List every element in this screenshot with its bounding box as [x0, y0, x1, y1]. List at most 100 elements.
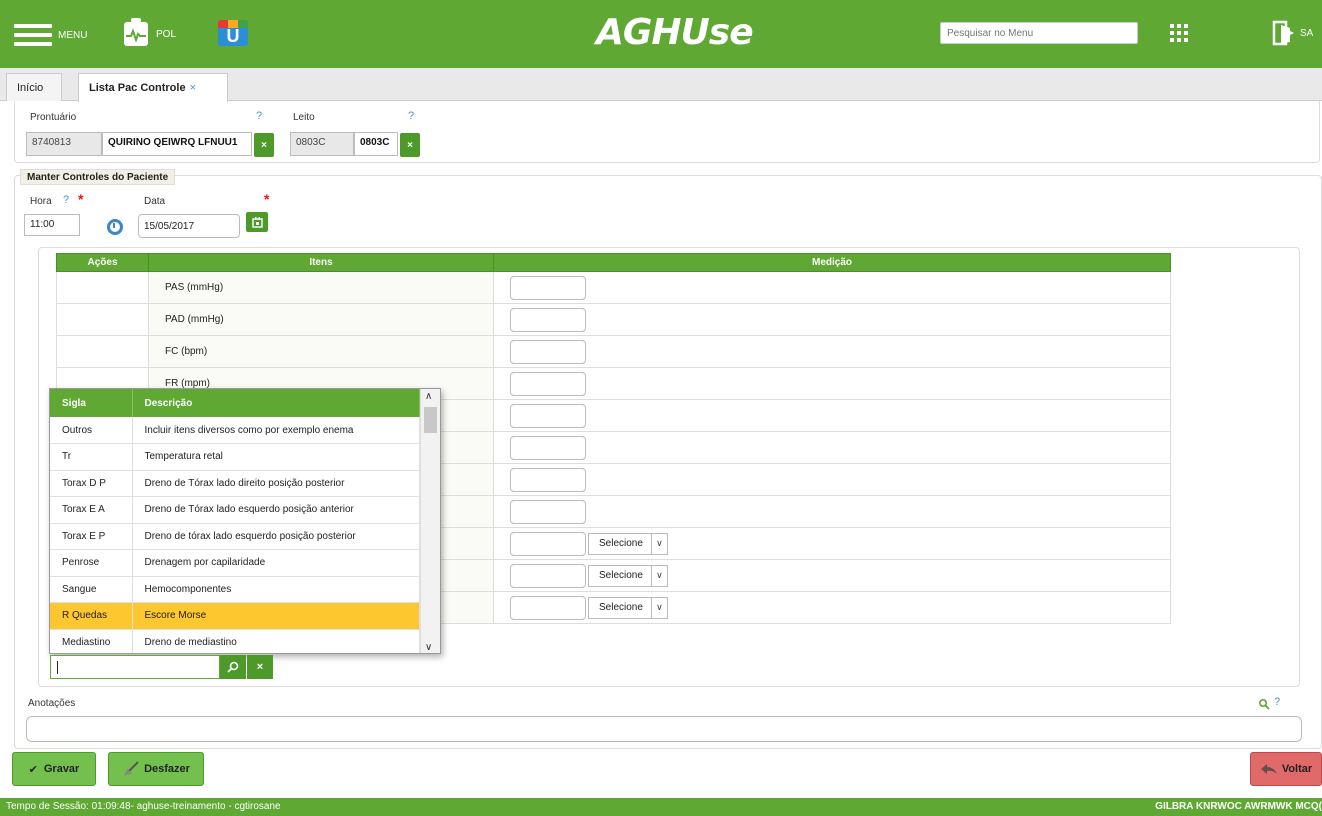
clock-icon[interactable] — [107, 219, 123, 235]
prontuario-label: Prontuário — [30, 112, 77, 123]
pol-label: POL — [156, 28, 177, 40]
menu-button[interactable]: MENU — [14, 24, 87, 46]
tab-inicio-label: Início — [17, 82, 44, 94]
hora-input[interactable]: 11:00 — [24, 214, 80, 236]
hora-label: Hora — [30, 196, 52, 207]
clear-leito-button[interactable]: × — [400, 133, 420, 157]
menu-label: MENU — [58, 29, 88, 41]
pol-button[interactable]: POL — [124, 18, 177, 46]
dropdown-row[interactable]: Mediastino Dreno de mediastino — [50, 629, 420, 653]
tab-lista-pac-controle[interactable]: Lista Pac Controle × — [78, 73, 228, 102]
hamburger-icon — [14, 24, 52, 46]
exit-label: SA — [1300, 27, 1314, 39]
undo-label: Desfazer — [144, 763, 190, 775]
u-logo-icon: U — [218, 20, 248, 46]
measurement-input[interactable] — [510, 435, 586, 460]
item-label: PAS (mmHg) — [148, 271, 494, 304]
back-arrow-icon — [1260, 764, 1277, 774]
item-label: FC (bpm) — [148, 335, 494, 368]
apps-grid-icon[interactable] — [1170, 24, 1188, 42]
col-acoes: Ações — [56, 253, 149, 272]
unit-select[interactable]: Selecione ∨ — [588, 596, 668, 619]
tab-inicio[interactable]: Início — [6, 73, 62, 101]
table-row: PAD (mmHg) — [56, 303, 1171, 336]
item-clear-button[interactable]: × — [247, 655, 273, 679]
measurement-input[interactable] — [510, 499, 586, 524]
tab-close-icon[interactable]: × — [190, 82, 196, 94]
status-bar: Tempo de Sessão: 01:09:48- aghuse-treina… — [0, 798, 1322, 816]
measurement-input[interactable] — [510, 339, 586, 364]
dd-col-descricao: Descrição — [132, 389, 420, 417]
unit-select[interactable]: Selecione ∨ — [588, 564, 668, 587]
scroll-down-icon[interactable]: ∨ — [425, 642, 432, 653]
scroll-thumb[interactable] — [424, 407, 437, 433]
item-search-button[interactable] — [220, 655, 246, 679]
dropdown-row[interactable]: Sangue Hemocomponentes — [50, 576, 420, 603]
session-info: Tempo de Sessão: 01:09:48- aghuse-treina… — [6, 801, 281, 812]
dropdown-row[interactable]: Penrose Drenagem por capilaridade — [50, 549, 420, 577]
measurement-input[interactable] — [510, 467, 586, 492]
col-itens: Itens — [148, 253, 494, 272]
undo-button[interactable]: Desfazer — [108, 752, 204, 786]
calendar-button[interactable] — [246, 212, 268, 232]
table-row: FC (bpm) — [56, 335, 1171, 368]
data-required-mark: * — [264, 191, 270, 207]
table-row: PAS (mmHg) — [56, 271, 1171, 304]
user-name: GILBRA KNRWOC AWRMWK MCQ( — [1155, 801, 1322, 812]
measurement-input[interactable] — [510, 307, 586, 332]
anotacoes-textarea[interactable] — [26, 716, 1302, 742]
dropdown-row[interactable]: Outros Incluir itens diversos como por ex… — [50, 417, 420, 444]
calendar-icon — [251, 216, 263, 228]
hora-help-icon[interactable]: ? — [63, 194, 69, 206]
data-input[interactable]: 15/05/2017 — [138, 214, 240, 238]
measurement-input[interactable] — [510, 371, 586, 396]
tab-label: Lista Pac Controle — [89, 82, 186, 94]
leito-label: Leito — [293, 112, 315, 123]
form-legend: Manter Controles do Paciente — [20, 169, 176, 185]
prontuario-field[interactable]: 8740813 — [26, 132, 102, 156]
dropdown-row[interactable]: Torax E P Dreno de tórax lado esquerdo po… — [50, 523, 420, 550]
scroll-up-icon[interactable]: ∧ — [425, 391, 432, 402]
save-label: Gravar — [43, 763, 80, 775]
dropdown-scrollbar[interactable]: ∧ ∨ — [420, 389, 440, 653]
dropdown-row[interactable]: Torax E A Dreno de Tórax lado esquerdo po… — [50, 496, 420, 524]
data-label: Data — [144, 196, 166, 207]
measurement-input[interactable] — [510, 531, 586, 556]
exit-door-icon — [1272, 20, 1294, 46]
search-icon[interactable] — [1258, 698, 1270, 710]
measurement-input[interactable] — [510, 563, 586, 588]
chevron-down-icon: ∨ — [650, 533, 667, 554]
unit-select[interactable]: Selecione ∨ — [588, 532, 668, 555]
back-button[interactable]: Voltar — [1250, 752, 1322, 786]
back-label: Voltar — [1281, 763, 1313, 775]
leito-field[interactable]: 0803C — [290, 132, 354, 156]
save-button[interactable]: ✔ Gravar — [12, 752, 96, 786]
exit-button[interactable]: SA — [1272, 20, 1313, 46]
top-header: MENU POL U AGHUse SA — [0, 0, 1322, 68]
check-icon: ✔ — [28, 763, 38, 776]
measurement-input[interactable] — [510, 403, 586, 428]
dropdown-row-highlighted[interactable]: R Quedas Escore Morse — [50, 602, 420, 630]
leito-help-icon[interactable]: ? — [408, 110, 414, 122]
anotacoes-help-icon[interactable]: ? — [1274, 696, 1280, 708]
measurement-input[interactable] — [510, 275, 586, 300]
search-icon — [227, 661, 239, 673]
tab-bar: Início Lista Pac Controle × — [0, 68, 1322, 102]
clipboard-pulse-icon — [124, 18, 148, 46]
hora-required-mark: * — [78, 191, 84, 207]
patient-name-field[interactable]: QUIRINO QEIWRQ LFNUU1 — [102, 132, 252, 156]
measurement-input[interactable] — [510, 595, 586, 620]
chevron-down-icon: ∨ — [650, 597, 667, 618]
item-suggestion-dropdown[interactable]: Sigla Descrição Outros Incluir itens dive… — [49, 388, 441, 654]
clear-patient-button[interactable]: × — [254, 133, 274, 157]
menu-search-input[interactable] — [940, 22, 1138, 44]
dropdown-row[interactable]: Tr Temperatura retal — [50, 443, 420, 471]
anotacoes-label: Anotações — [28, 698, 76, 709]
dropdown-row[interactable]: Torax D P Dreno de Tórax lado direito pos… — [50, 470, 420, 497]
u-app-button[interactable]: U — [218, 20, 248, 46]
broom-icon — [124, 761, 139, 776]
item-search-input[interactable] — [50, 655, 220, 679]
item-label: PAD (mmHg) — [148, 303, 494, 336]
prontuario-help-icon[interactable]: ? — [256, 110, 262, 122]
leito-code-field[interactable]: 0803C — [354, 132, 398, 156]
